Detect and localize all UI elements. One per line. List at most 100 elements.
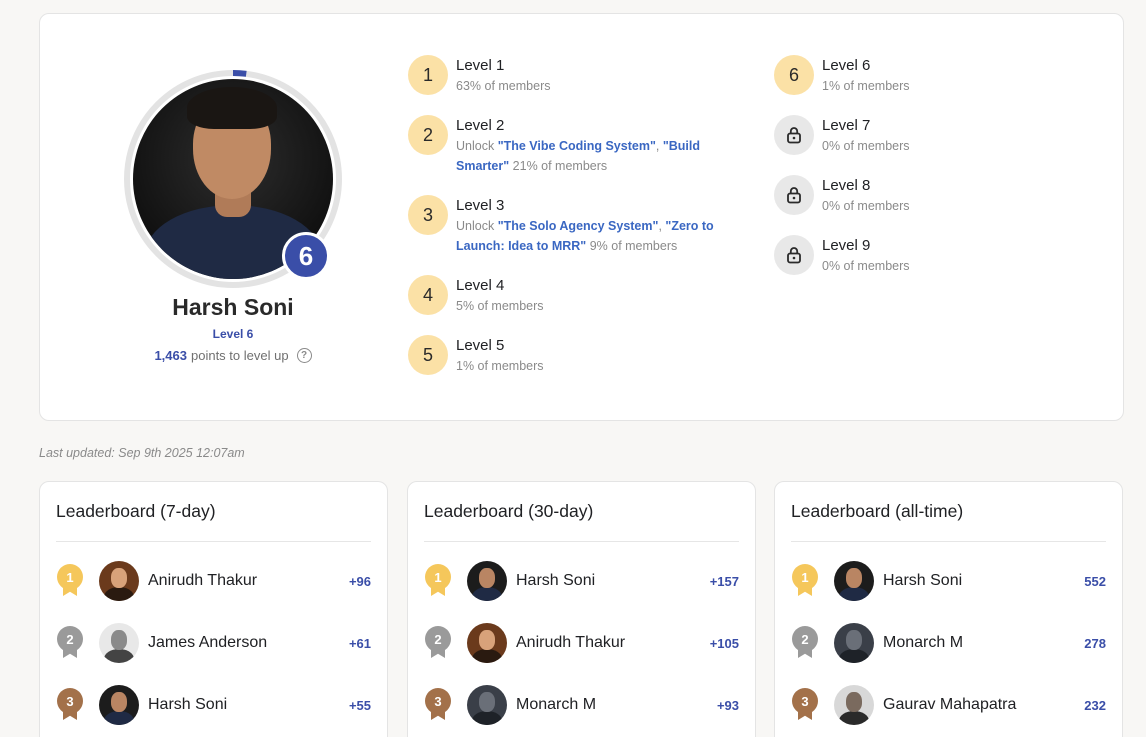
level-number: 5 <box>408 335 448 375</box>
level-text: Level 2 Unlock "The Vibe Coding System", … <box>456 115 718 176</box>
leaderboard-row[interactable]: 1 Harsh Soni 552 <box>791 559 1106 603</box>
rank-number: 1 <box>792 564 818 590</box>
leaderboard-row[interactable]: 2 Monarch M 278 <box>791 621 1106 665</box>
level-subtitle: 1% of members <box>456 359 544 373</box>
rank-medal-icon: 1 <box>791 564 819 598</box>
profile-avatar-wrap: 6 <box>122 68 344 290</box>
leaderboard-row[interactable]: 3 Harsh Soni +55 <box>56 683 371 727</box>
level-text: Level 7 0% of members <box>822 115 1084 156</box>
rank-medal-icon: 2 <box>791 626 819 660</box>
level-text: Level 6 1% of members <box>822 55 1084 96</box>
member-points: 552 <box>1084 573 1106 589</box>
leaderboard-row[interactable]: 1 Anirudh Thakur +96 <box>56 559 371 603</box>
rank-number: 3 <box>792 688 818 714</box>
profile-name: Harsh Soni <box>172 294 294 320</box>
level-item: 6 Level 6 1% of members <box>774 55 1084 96</box>
level-subtitle: 5% of members <box>456 299 544 313</box>
level-subtitle: 0% of members <box>822 259 910 273</box>
level-subtitle: Unlock "The Solo Agency System", "Zero t… <box>456 219 714 253</box>
member-name[interactable]: Harsh Soni <box>883 572 1084 590</box>
level-title: Level 2 <box>456 117 505 134</box>
avatar[interactable] <box>99 561 139 601</box>
level-item: 2 Level 2 Unlock "The Vibe Coding System",… <box>408 115 718 176</box>
level-title: Level 3 <box>456 197 505 214</box>
profile-level: Level 6 <box>212 327 254 341</box>
member-name[interactable]: Monarch M <box>516 696 717 714</box>
member-name[interactable]: Monarch M <box>883 634 1084 652</box>
level-text: Level 3 Unlock "The Solo Agency System", … <box>456 195 718 256</box>
avatar[interactable] <box>467 685 507 725</box>
leaderboard-card: Leaderboard (7-day) 1 Anirudh Thakur +96 2 Ja… <box>39 481 388 737</box>
member-name[interactable]: Gaurav Mahapatra <box>883 696 1084 714</box>
level-number: 2 <box>408 115 448 155</box>
member-name[interactable]: Harsh Soni <box>148 696 349 714</box>
level-item: 3 Level 3 Unlock "The Solo Agency System",… <box>408 195 718 256</box>
level-number: 1 <box>408 55 448 95</box>
level-badge: 6 <box>282 232 330 280</box>
member-name[interactable]: Anirudh Thakur <box>516 634 710 652</box>
level-text: Level 5 1% of members <box>456 335 718 376</box>
avatar[interactable] <box>99 685 139 725</box>
divider <box>791 541 1106 542</box>
divider <box>56 541 371 542</box>
level-number: 6 <box>774 55 814 95</box>
member-name[interactable]: Harsh Soni <box>516 572 710 590</box>
points-suffix: points to level up <box>190 348 289 363</box>
points-value: 1,463 <box>154 348 187 363</box>
level-text: Level 1 63% of members <box>456 55 718 96</box>
level-title: Level 1 <box>456 57 505 74</box>
avatar[interactable] <box>467 561 507 601</box>
leaderboard-row[interactable]: 1 Harsh Soni +157 <box>424 559 739 603</box>
level-subtitle: 0% of members <box>822 139 910 153</box>
avatar[interactable] <box>834 623 874 663</box>
unlock-course-link[interactable]: "The Vibe Coding System" <box>498 139 656 153</box>
leaderboard-row[interactable]: 2 James Anderson +61 <box>56 621 371 665</box>
member-name[interactable]: Anirudh Thakur <box>148 572 349 590</box>
leaderboard-title: Leaderboard (7-day) <box>56 501 216 521</box>
member-points: +55 <box>348 697 371 713</box>
leaderboard-card: Leaderboard (all-time) 1 Harsh Soni 552 2 Mon… <box>774 481 1123 737</box>
member-name[interactable]: James Anderson <box>148 634 349 652</box>
rank-medal-icon: 2 <box>424 626 452 660</box>
level-item: Level 9 0% of members <box>774 235 1084 276</box>
last-updated: Last updated: Sep 9th 2025 12:07am <box>39 446 245 460</box>
rank-medal-icon: 1 <box>56 564 84 598</box>
rank-medal-icon: 3 <box>56 688 84 722</box>
rank-medal-icon: 2 <box>56 626 84 660</box>
leaderboard-title: Leaderboard (30-day) <box>424 501 594 521</box>
level-title: Level 6 <box>822 57 871 74</box>
level-title: Level 8 <box>822 177 871 194</box>
level-title: Level 4 <box>456 277 505 294</box>
rank-number: 1 <box>57 564 83 590</box>
leaderboard-row[interactable]: 3 Gaurav Mahapatra 232 <box>791 683 1106 727</box>
rank-number: 3 <box>57 688 83 714</box>
rank-number: 1 <box>425 564 451 590</box>
member-points: +93 <box>716 697 739 713</box>
avatar[interactable] <box>834 561 874 601</box>
level-item: 5 Level 5 1% of members <box>408 335 718 376</box>
rank-number: 2 <box>425 626 451 652</box>
rank-number: 2 <box>57 626 83 652</box>
leaderboard-card: Leaderboard (30-day) 1 Harsh Soni +157 2 Anir… <box>407 481 756 737</box>
level-subtitle: Unlock "The Vibe Coding System", "Build … <box>456 139 700 173</box>
member-points: +157 <box>709 573 739 589</box>
member-points: +96 <box>348 573 371 589</box>
member-points: 232 <box>1084 697 1106 713</box>
avatar[interactable] <box>99 623 139 663</box>
level-item: Level 8 0% of members <box>774 175 1084 216</box>
leaderboard-row[interactable]: 3 Monarch M +93 <box>424 683 739 727</box>
rank-number: 2 <box>792 626 818 652</box>
level-text: Level 8 0% of members <box>822 175 1084 216</box>
help-circle-icon[interactable]: ? <box>296 348 312 363</box>
level-title: Level 5 <box>456 337 505 354</box>
level-item: 4 Level 4 5% of members <box>408 275 718 316</box>
level-number: 4 <box>408 275 448 315</box>
avatar[interactable] <box>467 623 507 663</box>
unlock-course-link[interactable]: "The Solo Agency System" <box>498 219 659 233</box>
member-points: +61 <box>348 635 371 651</box>
levels-card: 6 Harsh Soni Level 6 1,463 points to lev… <box>39 13 1124 421</box>
level-subtitle: 1% of members <box>822 79 910 93</box>
avatar[interactable] <box>834 685 874 725</box>
leaderboard-row[interactable]: 2 Anirudh Thakur +105 <box>424 621 739 665</box>
level-subtitle: 0% of members <box>822 199 910 213</box>
